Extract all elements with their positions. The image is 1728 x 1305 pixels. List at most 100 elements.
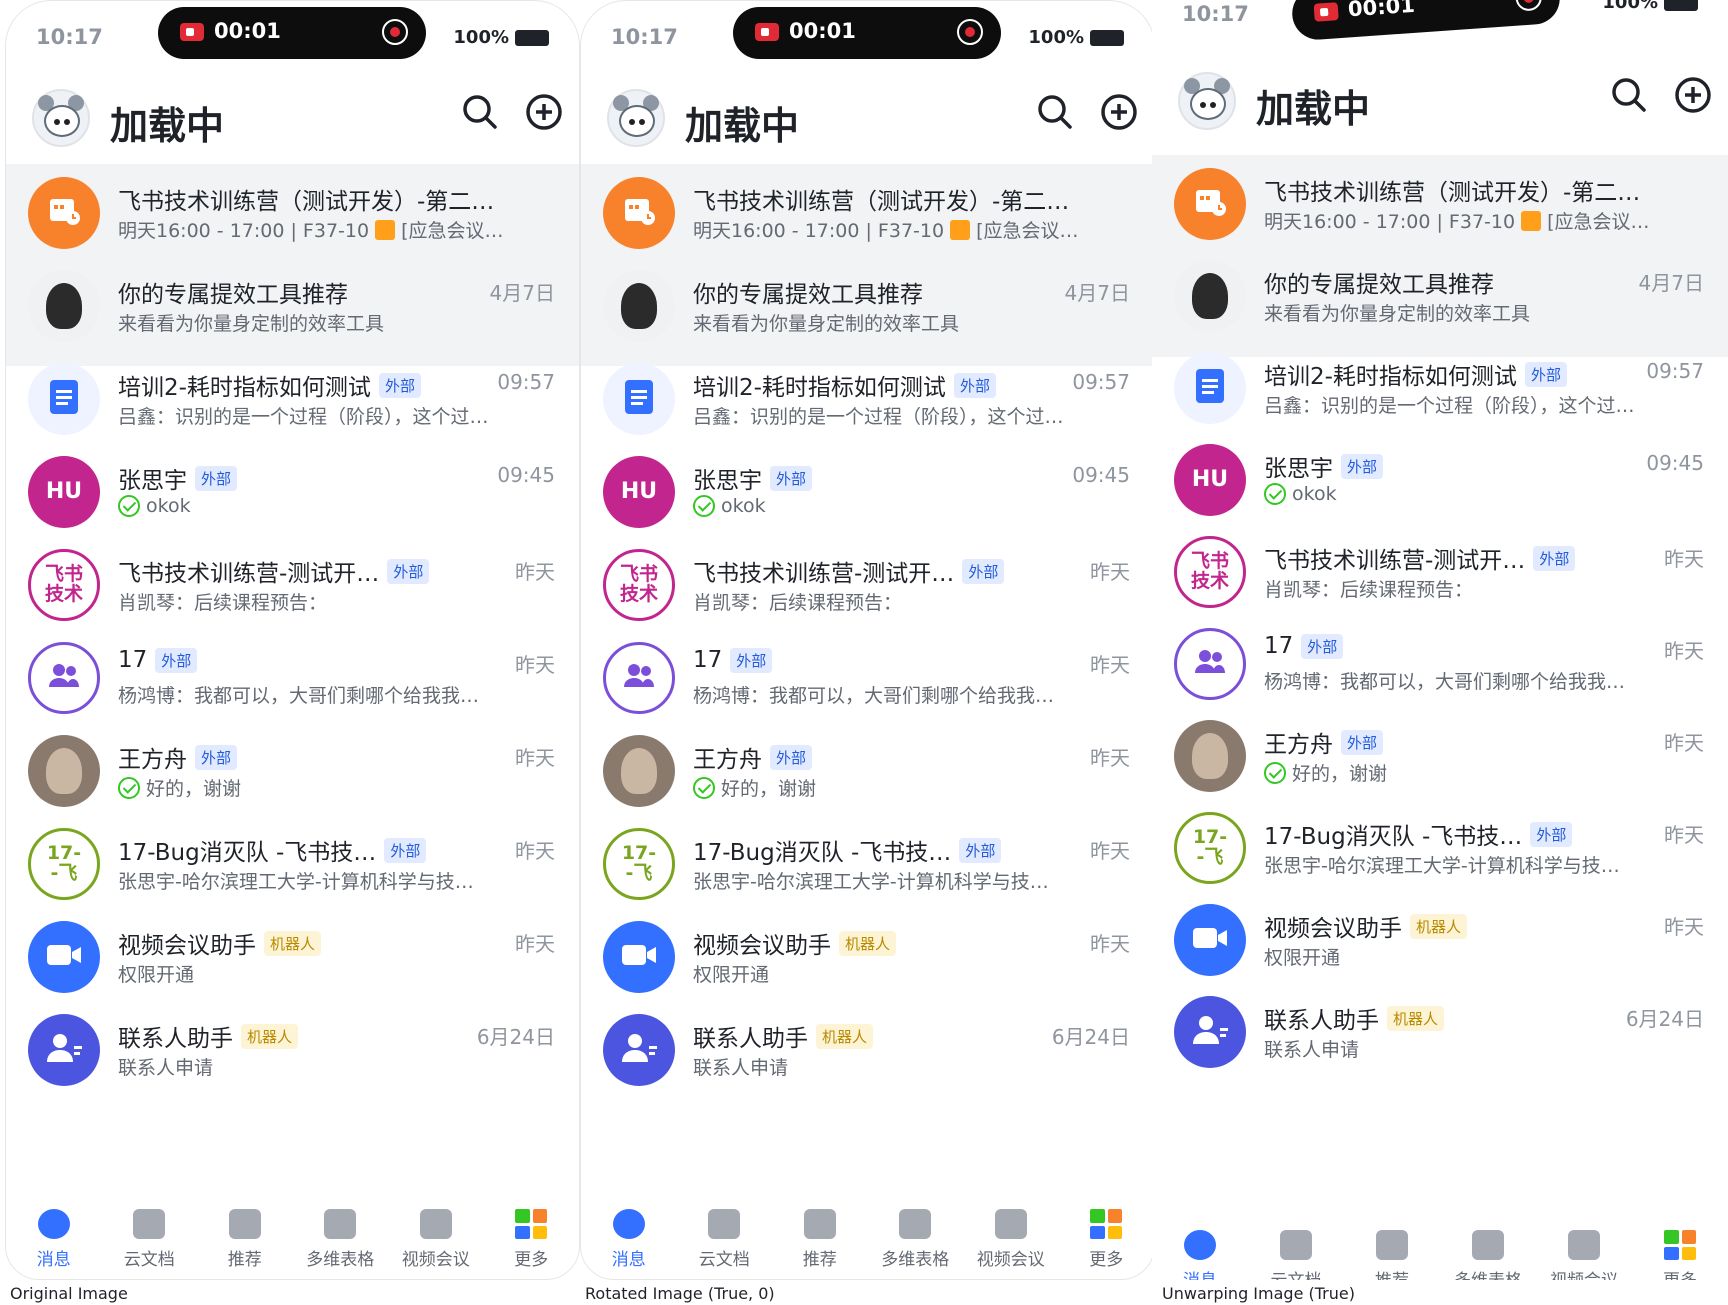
- chat-list-item[interactable]: 17- -飞 17-Bug消灭队 -飞书技… 外部 张思宇-哈尔滨理工大学-计算机科学…: [581, 815, 1154, 908]
- chat-name: 17: [693, 647, 723, 673]
- tab-3[interactable]: 多维表格: [1443, 1230, 1533, 1280]
- chat-list-item[interactable]: 你的专属提效工具推荐 来看看为你量身定制的效率工具 4月7日: [1152, 247, 1728, 339]
- chat-list-item[interactable]: 你的专属提效工具推荐 来看看为你量身定制的效率工具 4月7日: [6, 257, 579, 350]
- screen-record-pill[interactable]: 00:01: [733, 7, 1001, 59]
- plus-circle-icon[interactable]: [525, 93, 563, 131]
- chat-list-item[interactable]: 飞书技术训练营（测试开发）-第二… 明天16:00 - 17:00 | F37-1…: [581, 164, 1154, 257]
- chat-list-item[interactable]: 你的专属提效工具推荐 来看看为你量身定制的效率工具 4月7日: [581, 257, 1154, 350]
- chat-preview-row: 明天16:00 - 17:00 | F37-10 [应急会议…: [693, 216, 1079, 243]
- tab-0[interactable]: 消息: [1155, 1230, 1245, 1280]
- chat-list-item[interactable]: 飞书技术训练营（测试开发）-第二… 明天16:00 - 17:00 | F37-1…: [6, 164, 579, 257]
- chat-preview: 肖凯琴：后续课程预告：: [1264, 579, 1474, 601]
- chat-list-item[interactable]: HU 张思宇 外部 okok 09:45: [1152, 431, 1728, 523]
- chat-preview: 肖凯琴：后续课程预告：: [693, 592, 903, 614]
- tab-3[interactable]: 多维表格: [295, 1209, 385, 1270]
- tab-0[interactable]: 消息: [584, 1209, 674, 1270]
- chat-name: 17: [118, 647, 148, 673]
- chat-list-item[interactable]: 王方舟 外部 好的，谢谢 昨天: [581, 722, 1154, 815]
- chat-time: 昨天: [1090, 653, 1130, 677]
- chat-preview-row: 肖凯琴：后续课程预告：: [693, 588, 902, 615]
- my-avatar-button[interactable]: [607, 89, 665, 147]
- chat-avatar: [28, 1014, 100, 1086]
- chat-list-item[interactable]: 联系人助手 机器人 联系人申请 6月24日: [6, 1001, 579, 1094]
- chat-preview: 张思宇-哈尔滨理工大学-计算机科学与技…: [118, 871, 474, 893]
- record-camera-icon: [755, 23, 779, 41]
- chat-list-item[interactable]: 培训2-耗时指标如何测试 外部 吕鑫：识别的是一个过程（阶段），这个过… 09:57: [6, 350, 579, 443]
- chat-avatar: [28, 642, 100, 714]
- chat-time: 6月24日: [1051, 1025, 1130, 1049]
- external-badge: 外部: [770, 744, 813, 770]
- chat-list-item[interactable]: 17 外部 杨鸿博：我都可以，大哥们剩哪个给我我… 昨天: [1152, 615, 1728, 707]
- chat-name: 飞书技术训练营（测试开发）-第二…: [118, 189, 495, 215]
- chat-name-row: 视频会议助手 机器人: [693, 926, 897, 960]
- chat-preview: 张思宇-哈尔滨理工大学-计算机科学与技…: [1264, 855, 1620, 877]
- chat-list-item[interactable]: 联系人助手 机器人 联系人申请 6月24日: [1152, 983, 1728, 1075]
- stop-record-button[interactable]: [957, 19, 983, 45]
- chat-list-item[interactable]: 王方舟 外部 好的，谢谢 昨天: [1152, 707, 1728, 799]
- chat-name-row: 飞书技术训练营-测试开… 外部: [1264, 541, 1576, 575]
- chat-list-item[interactable]: 17- -飞 17-Bug消灭队 -飞书技… 外部 张思宇-哈尔滨理工大学-计算机科学…: [6, 815, 579, 908]
- screen-record-pill[interactable]: 00:01: [158, 7, 426, 59]
- chat-list-item[interactable]: HU 张思宇 外部 okok 09:45: [581, 443, 1154, 536]
- tab-1[interactable]: 云文档: [1251, 1230, 1341, 1280]
- chat-list-item[interactable]: 视频会议助手 机器人 权限开通 昨天: [6, 908, 579, 1001]
- chat-list-item[interactable]: 培训2-耗时指标如何测试 外部 吕鑫：识别的是一个过程（阶段），这个过… 09:57: [1152, 339, 1728, 431]
- chat-name: 培训2-耗时指标如何测试: [118, 375, 371, 401]
- chat-name-row: 飞书技术训练营（测试开发）-第二…: [1264, 173, 1640, 207]
- tab-5[interactable]: 更多: [1061, 1209, 1151, 1270]
- chat-list-item[interactable]: 联系人助手 机器人 联系人申请 6月24日: [581, 1001, 1154, 1094]
- tab-label: 推荐: [227, 1250, 262, 1270]
- tab-0[interactable]: 消息: [9, 1209, 99, 1270]
- stop-record-button[interactable]: [382, 19, 408, 45]
- chat-name-row: 培训2-耗时指标如何测试 外部: [693, 368, 996, 402]
- plus-circle-icon[interactable]: [1100, 93, 1138, 131]
- chat-preview: 来看看为你量身定制的效率工具: [1264, 303, 1531, 325]
- chat-list-item[interactable]: 飞书 技术 飞书技术训练营-测试开… 外部 肖凯琴：后续课程预告： 昨天: [581, 536, 1154, 629]
- chat-list-item[interactable]: 王方舟 外部 好的，谢谢 昨天: [6, 722, 579, 815]
- chat-preview: 权限开通: [118, 964, 195, 986]
- tab-5[interactable]: 更多: [1635, 1230, 1725, 1280]
- chat-preview-row: 好的，谢谢: [693, 774, 816, 801]
- chat-name: 王方舟: [1264, 732, 1333, 758]
- tab-4[interactable]: 视频会议: [391, 1209, 481, 1270]
- chat-list-item[interactable]: 飞书 技术 飞书技术训练营-测试开… 外部 肖凯琴：后续课程预告： 昨天: [6, 536, 579, 629]
- chat-list-item[interactable]: 17- -飞 17-Bug消灭队 -飞书技… 外部 张思宇-哈尔滨理工大学-计算机科学…: [1152, 799, 1728, 891]
- tab-2[interactable]: 推荐: [775, 1209, 865, 1270]
- chat-list-item[interactable]: 飞书 技术 飞书技术训练营-测试开… 外部 肖凯琴：后续课程预告： 昨天: [1152, 523, 1728, 615]
- tab-3[interactable]: 多维表格: [870, 1209, 960, 1270]
- stop-record-button[interactable]: [1514, 0, 1543, 12]
- screen-record-pill[interactable]: 00:01: [1290, 0, 1562, 42]
- battery-icon: [515, 29, 549, 46]
- chat-list-item[interactable]: 视频会议助手 机器人 权限开通 昨天: [1152, 891, 1728, 983]
- chat-list-item[interactable]: 视频会议助手 机器人 权限开通 昨天: [581, 908, 1154, 1001]
- tab-2[interactable]: 推荐: [1347, 1230, 1437, 1280]
- chat-preview-row: 权限开通: [118, 960, 194, 987]
- tab-4[interactable]: 视频会议: [1539, 1230, 1629, 1280]
- tab-5[interactable]: 更多: [486, 1209, 576, 1270]
- page-title: 加载中: [110, 104, 225, 148]
- cloud-doc-icon: [708, 1209, 741, 1239]
- tab-1[interactable]: 云文档: [104, 1209, 194, 1270]
- chat-avatar: [28, 363, 100, 435]
- external-badge: 外部: [1524, 361, 1567, 387]
- chat-list-item[interactable]: 飞书技术训练营（测试开发）-第二… 明天16:00 - 17:00 | F37-1…: [1152, 155, 1728, 247]
- tab-1[interactable]: 云文档: [679, 1209, 769, 1270]
- external-badge: 外部: [155, 647, 198, 673]
- chat-avatar: [1174, 352, 1246, 424]
- my-avatar-button[interactable]: [1178, 72, 1236, 130]
- search-icon[interactable]: [461, 93, 499, 131]
- chat-list-item[interactable]: 培训2-耗时指标如何测试 外部 吕鑫：识别的是一个过程（阶段），这个过… 09:57: [581, 350, 1154, 443]
- search-icon[interactable]: [1036, 93, 1074, 131]
- chat-list-item[interactable]: 17 外部 杨鸿博：我都可以，大哥们剩哪个给我我… 昨天: [6, 629, 579, 722]
- tab-2[interactable]: 推荐: [200, 1209, 290, 1270]
- plus-circle-icon[interactable]: [1674, 76, 1712, 114]
- chat-list-item[interactable]: HU 张思宇 外部 okok 09:45: [6, 443, 579, 536]
- more-apps-icon: [1090, 1209, 1123, 1239]
- search-icon[interactable]: [1610, 76, 1648, 114]
- chat-name: 培训2-耗时指标如何测试: [693, 375, 946, 401]
- chat-name: 联系人助手: [118, 1026, 233, 1052]
- chat-list-item[interactable]: 17 外部 杨鸿博：我都可以，大哥们剩哪个给我我… 昨天: [581, 629, 1154, 722]
- my-avatar-button[interactable]: [32, 89, 90, 147]
- tab-4[interactable]: 视频会议: [966, 1209, 1056, 1270]
- read-check-icon: [693, 495, 715, 517]
